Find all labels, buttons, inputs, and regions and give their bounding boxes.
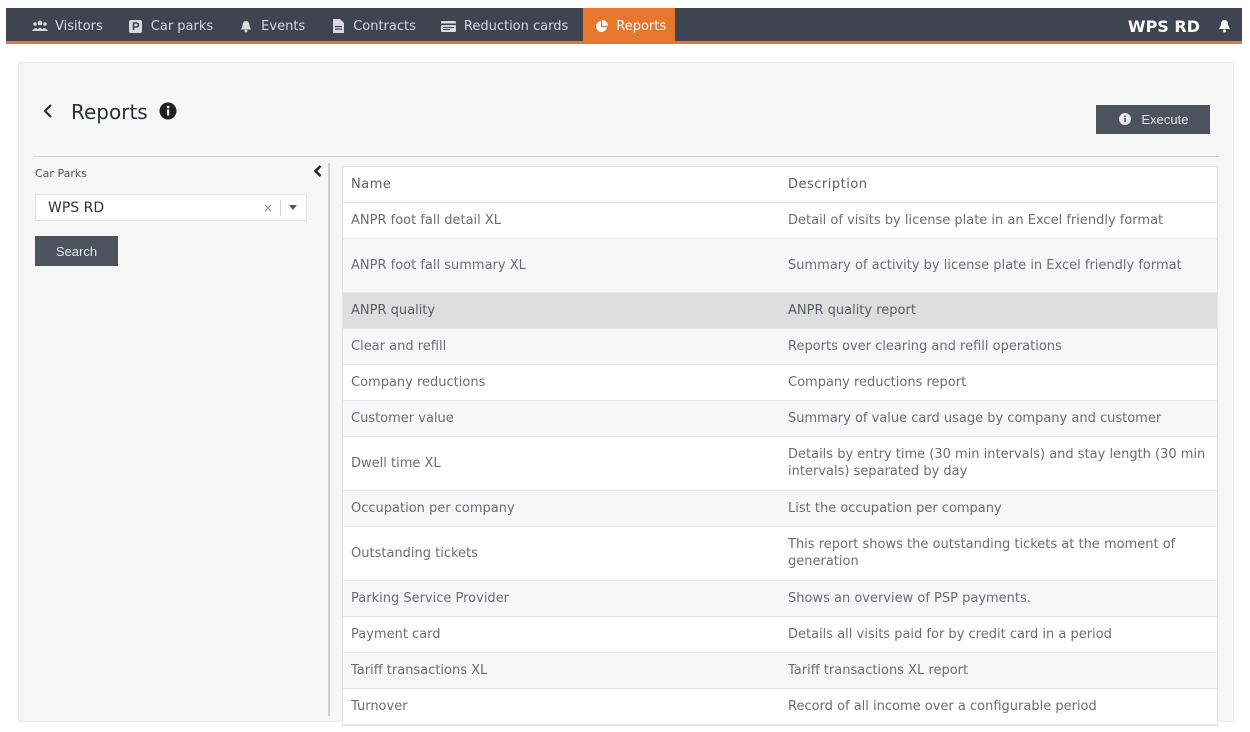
notifications-bell-icon[interactable] bbox=[1212, 8, 1236, 44]
report-description: Shows an overview of PSP payments. bbox=[780, 580, 1217, 617]
report-name: Tariff transactions XL bbox=[343, 652, 780, 689]
nav-label: Reports bbox=[616, 18, 667, 34]
document-icon bbox=[329, 19, 347, 33]
report-name: Parking Service Provider bbox=[343, 580, 780, 617]
collapse-filter-icon[interactable] bbox=[311, 163, 325, 179]
table-row[interactable]: ANPR foot fall summary XL Summary of acti… bbox=[343, 238, 1217, 293]
nav-item-reports[interactable]: Reports bbox=[583, 8, 676, 44]
execute-label: Execute bbox=[1141, 112, 1189, 127]
card-icon bbox=[440, 20, 458, 32]
table-row[interactable]: Tariff transactions XL Tariff transaction… bbox=[343, 652, 1217, 689]
table-row[interactable]: Parking Service Provider Shows an overvie… bbox=[343, 580, 1217, 617]
report-name: Payment card bbox=[343, 616, 780, 653]
table-row[interactable]: Occupation per company List the occupatio… bbox=[343, 490, 1217, 527]
report-description: List the occupation per company bbox=[780, 490, 1217, 527]
nav-label: Visitors bbox=[55, 18, 103, 34]
table-row[interactable]: Payment card Details all visits paid for … bbox=[343, 616, 1217, 653]
info-circle-icon bbox=[1118, 112, 1132, 127]
nav-label: Contracts bbox=[353, 18, 416, 34]
nav-label: Reduction cards bbox=[463, 18, 569, 34]
report-description: Summary of value card usage by company a… bbox=[780, 400, 1217, 437]
column-divider bbox=[328, 163, 330, 716]
header-divider bbox=[33, 156, 1219, 157]
report-description: Record of all income over a configurable… bbox=[780, 688, 1217, 725]
report-description: Summary of activity by license plate in … bbox=[780, 238, 1217, 293]
reports-panel: Reports Execute Car Parks WPS RD × Searc… bbox=[18, 62, 1234, 726]
table-row[interactable]: Turnover Record of all income over a conf… bbox=[343, 688, 1217, 725]
bell-icon bbox=[237, 20, 255, 33]
report-name: ANPR foot fall summary XL bbox=[343, 238, 780, 293]
execute-button[interactable]: Execute bbox=[1096, 105, 1210, 134]
nav-label: Events bbox=[261, 18, 306, 34]
report-description: Details by entry time (30 min intervals)… bbox=[780, 436, 1217, 491]
report-description: Detail of visits by license plate in an … bbox=[780, 202, 1217, 239]
report-description: Tariff transactions XL report bbox=[780, 652, 1217, 689]
report-name: Customer value bbox=[343, 400, 780, 437]
nav-item-visitors[interactable]: Visitors bbox=[22, 8, 112, 44]
column-header-description[interactable]: Description bbox=[780, 167, 1217, 203]
table-header-row: Name Description bbox=[343, 167, 1217, 203]
pie-chart-icon bbox=[592, 19, 610, 33]
main-menu: Visitors Car parks Events Contracts Redu… bbox=[22, 8, 681, 44]
report-description: This report shows the outstanding ticket… bbox=[780, 526, 1217, 581]
report-name: ANPR foot fall detail XL bbox=[343, 202, 780, 239]
car-park-select-value: WPS RD bbox=[48, 199, 105, 216]
nav-item-contracts[interactable]: Contracts bbox=[320, 8, 425, 44]
nav-item-reduction-cards[interactable]: Reduction cards bbox=[431, 8, 577, 44]
table-row[interactable]: Outstanding tickets This report shows the… bbox=[343, 526, 1217, 581]
report-name: Company reductions bbox=[343, 364, 780, 401]
nav-item-events[interactable]: Events bbox=[228, 8, 314, 44]
chevron-down-icon[interactable] bbox=[286, 201, 300, 215]
search-button[interactable]: Search bbox=[35, 236, 118, 266]
nav-item-car-parks[interactable]: Car parks bbox=[118, 8, 222, 44]
report-name: Turnover bbox=[343, 688, 780, 725]
nav-label: Car parks bbox=[150, 18, 214, 34]
clear-selection-icon[interactable]: × bbox=[261, 201, 275, 215]
report-name: Outstanding tickets bbox=[343, 526, 780, 581]
users-icon bbox=[31, 20, 49, 32]
table-row[interactable]: ANPR quality ANPR quality report bbox=[343, 292, 1217, 329]
column-header-name[interactable]: Name bbox=[343, 167, 780, 203]
car-park-select[interactable]: WPS RD × bbox=[35, 194, 307, 221]
back-arrow-icon[interactable] bbox=[39, 102, 57, 120]
reports-table: Name Description ANPR foot fall detail X… bbox=[342, 166, 1218, 726]
report-name: Clear and refill bbox=[343, 328, 780, 365]
table-row[interactable]: Company reductions Company reductions rep… bbox=[343, 364, 1217, 401]
top-navigation: Visitors Car parks Events Contracts Redu… bbox=[0, 0, 1250, 52]
info-icon[interactable] bbox=[159, 102, 177, 120]
page-title: Reports bbox=[71, 100, 148, 124]
table-row[interactable]: Dwell time XL Details by entry time (30 m… bbox=[343, 436, 1217, 491]
report-description: Company reductions report bbox=[780, 364, 1217, 401]
report-description: ANPR quality report bbox=[780, 292, 1217, 329]
report-name: Occupation per company bbox=[343, 490, 780, 527]
table-row[interactable]: Clear and refill Reports over clearing an… bbox=[343, 328, 1217, 365]
select-separator bbox=[280, 199, 281, 216]
report-description: Details all visits paid for by credit ca… bbox=[780, 616, 1217, 653]
report-name: Dwell time XL bbox=[343, 436, 780, 491]
report-name: ANPR quality bbox=[343, 292, 780, 329]
table-row[interactable]: Customer value Summary of value card usag… bbox=[343, 400, 1217, 437]
report-description: Reports over clearing and refill operati… bbox=[780, 328, 1217, 365]
car-parks-label: Car Parks bbox=[35, 167, 87, 180]
table-row[interactable]: ANPR foot fall detail XL Detail of visits… bbox=[343, 202, 1217, 239]
parking-icon bbox=[127, 19, 145, 33]
brand-name: WPS RD bbox=[1127, 16, 1200, 36]
